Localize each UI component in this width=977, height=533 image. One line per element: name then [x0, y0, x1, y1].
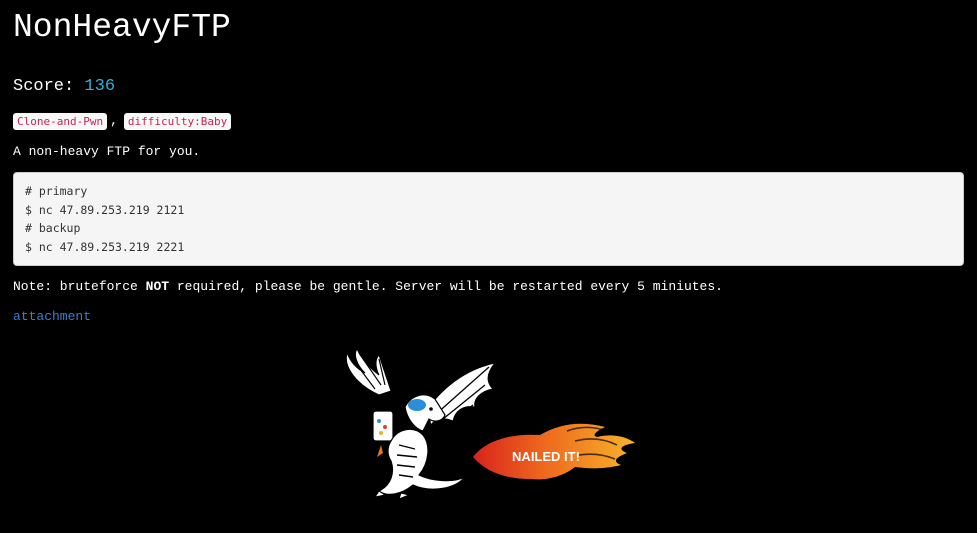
dragon-body-shape: [377, 428, 466, 495]
gauntlet-shape: [372, 410, 394, 442]
tag-category[interactable]: Clone-and-Pwn: [13, 112, 108, 130]
code-line: $ nc 47.89.253.219 2221: [25, 239, 185, 254]
attachment-link[interactable]: attachment: [13, 309, 91, 325]
score-value: 136: [84, 77, 116, 96]
tag-separator: ,: [110, 113, 118, 128]
note-prefix: Note: bruteforce: [13, 279, 138, 294]
code-line: # backup: [25, 221, 81, 235]
note-suffix: required, please be gentle. Server will …: [176, 279, 723, 294]
nailed-it-text: NAILED IT!: [512, 449, 580, 464]
score-label: Score:: [13, 77, 75, 96]
connection-code-block: # primary $ nc 47.89.253.219 2121 # backup…: [13, 172, 964, 266]
challenge-page: NonHeavyFTP Score: 136 Clone-and-Pwn, dif…: [0, 0, 977, 533]
code-line: # primary: [25, 184, 88, 198]
tag-list: Clone-and-Pwn, difficulty:Baby: [13, 112, 964, 130]
challenge-description: A non-heavy FTP for you.: [13, 144, 201, 159]
tag-difficulty[interactable]: difficulty:Baby: [123, 112, 232, 130]
note-text: Note: bruteforce NOT required, please be…: [13, 279, 964, 295]
score-line: Score: 136: [13, 77, 964, 97]
left-wing-shape: [345, 348, 392, 396]
note-emphasis: NOT: [145, 279, 170, 294]
dragon-nailed-it-icon: NAILED IT!: [345, 348, 635, 500]
challenge-title: NonHeavyFTP: [13, 9, 231, 46]
code-line: $ nc 47.89.253.219 2121: [25, 202, 185, 217]
